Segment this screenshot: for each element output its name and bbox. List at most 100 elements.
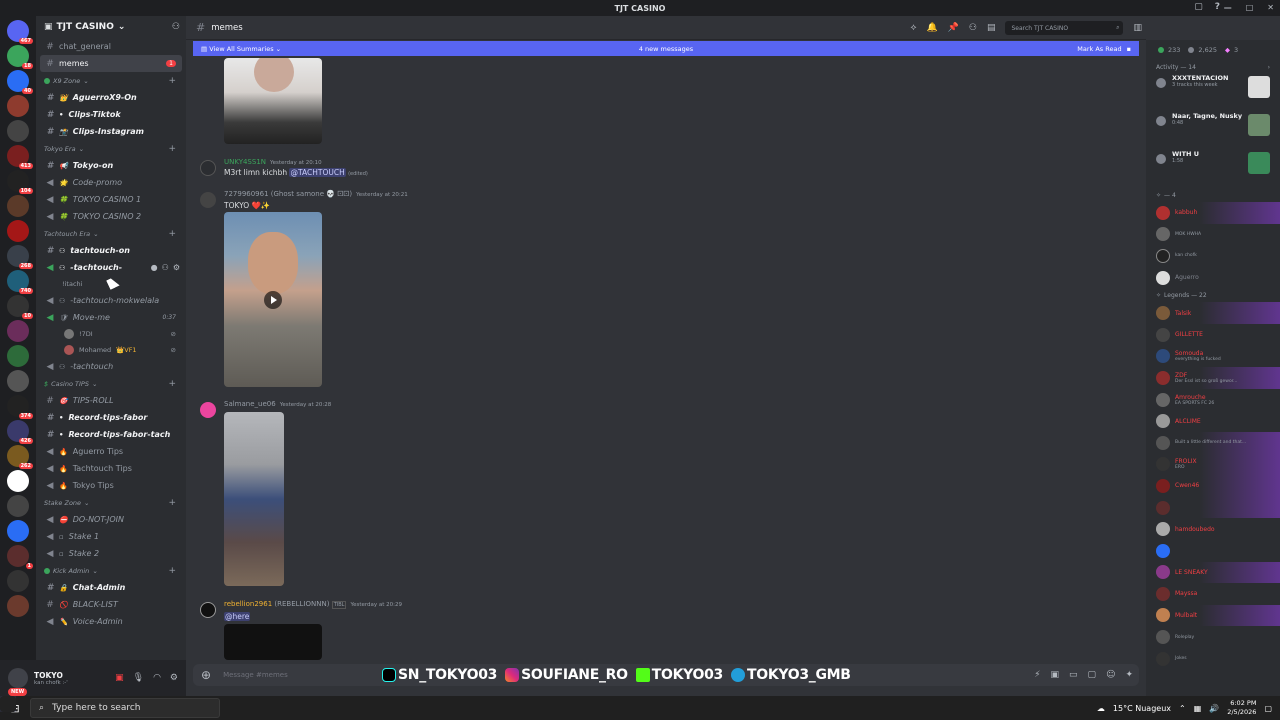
member-item[interactable]: Aguerro [1146,267,1280,289]
video-attachment[interactable] [224,212,322,387]
clock[interactable]: 6:02 PM 2/5/2026 [1227,699,1256,717]
home-server-icon[interactable]: 467 [7,20,33,44]
activity-card[interactable]: WITH U 1:58 [1146,150,1280,188]
member-item[interactable]: kan chofk [1146,245,1280,267]
member-item[interactable]: FROLIX ERO [1146,453,1280,476]
server-icon[interactable]: 374 [7,395,33,419]
channel-item[interactable]: ◀ ▫ Stake 2 [36,545,186,562]
channel-item[interactable]: ◀ ✏️ Voice-Admin [36,613,186,630]
channel-item[interactable]: # • Record-tips-fabor-tach [36,426,186,443]
camera-off-icon[interactable]: ▣ [115,673,124,683]
channel-item[interactable]: ◀ 🔥 Aguerro Tips [36,443,186,460]
video-attachment[interactable] [224,58,322,144]
server-icon[interactable] [7,370,29,392]
app-icon[interactable] [0,696,16,712]
activity-card[interactable]: XXXTENTACION 3 tracks this week [1146,74,1280,112]
user-mention[interactable]: @TACHTOUCH [289,168,346,177]
member-item[interactable]: LE SNEAKY [1146,561,1280,584]
channel-item[interactable]: ◀ 🍀 TOKYO CASINO 1 [36,191,186,208]
server-icon[interactable] [7,570,29,592]
channel-item[interactable]: ◀ ⚇ -tachtouch-mokwelala [36,292,186,309]
channel-item[interactable]: # 🚫 BLACK-LIST [36,596,186,613]
server-icon[interactable] [7,220,29,242]
pin-icon[interactable]: 📌 [948,23,959,33]
message-author[interactable]: rebellion2961 (REBELLIONNN) TIBL Yesterda… [224,600,402,609]
sticker-icon[interactable]: ▢ [1088,670,1097,680]
add-channel-icon[interactable]: + [168,76,176,86]
inbox-icon[interactable]: ▢ [1194,2,1203,12]
channel-item[interactable]: # ⚇ tachtouch-on [36,242,186,259]
server-icon[interactable] [7,345,29,367]
member-item[interactable]: Somouda everything is fucked [1146,346,1280,368]
member-list-icon[interactable]: ⚇ [969,23,977,33]
voice-user[interactable]: Mohamed 👑VF1 ⊘ [36,342,186,358]
search-input[interactable]: Search TJT CASINO ⌕ [1005,21,1124,35]
maximize-icon[interactable]: □ [1246,3,1254,12]
view-all-summaries[interactable]: View All Summaries [209,45,273,53]
taskbar-search-input[interactable]: ⌕ Type here to search [30,698,220,718]
microphone-icon[interactable]: 🎙 [133,673,144,683]
add-attachment-icon[interactable]: ⊕ [201,668,211,682]
member-item[interactable]: Mulbalt [1146,604,1280,627]
avatar[interactable] [8,668,28,688]
avatar[interactable] [200,402,216,418]
member-item[interactable]: Roleplay [1146,626,1280,648]
channel-memes[interactable]: # memes 1 [40,55,182,72]
avatar[interactable] [200,602,216,618]
channel-item[interactable]: # 🎯 TIPS-ROLL [36,392,186,409]
play-icon[interactable] [264,290,282,309]
activities-icon[interactable]: ✦ [1125,670,1133,680]
message-author[interactable]: UNKY4SS1N Yesterday at 20:10 [224,158,322,166]
here-mention[interactable]: @here [224,612,251,621]
member-item[interactable]: ALCLIME [1146,410,1280,432]
add-channel-icon[interactable]: + [168,229,176,239]
channel-item[interactable]: # 📸 Clips-Instagram [36,123,186,140]
channel-item[interactable]: # 🔒 Chat-Admin [36,579,186,596]
category-tachtouch-era[interactable]: Tachtouch Era ⌄ + [36,225,186,242]
category-stake-zone[interactable]: Stake Zone ⌄ + [36,494,186,511]
server-icon[interactable] [7,95,29,117]
member-item[interactable]: MOK HWHA [1146,224,1280,246]
add-channel-icon[interactable]: + [168,379,176,389]
gear-icon[interactable]: ⚙ [173,263,180,272]
server-icon[interactable]: 18 [7,45,33,69]
server-icon[interactable] [7,470,29,492]
channel-item[interactable]: # 📢 Tokyo-on [36,157,186,174]
member-item[interactable]: hamdoubedo [1146,518,1280,540]
message-author[interactable]: Salmane_ue06 Yesterday at 20:28 [224,400,331,408]
member-item[interactable]: GILLETTE [1146,324,1280,346]
server-icon[interactable]: 262 [7,445,33,469]
close-icon[interactable]: ✕ [1267,3,1274,12]
member-item[interactable]: Mayssa [1146,583,1280,605]
category-kick-admin[interactable]: Kick Admin ⌄ + [36,562,186,579]
server-icon[interactable] [7,120,29,142]
weather-label[interactable]: 15°C Nuageux [1113,704,1171,713]
chat-icon[interactable]: ● [151,263,158,272]
gear-icon[interactable]: ⚙ [170,673,178,683]
channel-item[interactable]: ◀ 🌟 Code-promo [36,174,186,191]
channel-chat-general[interactable]: # chat_general [36,38,186,55]
activity-card[interactable]: Naar, Tagne, Nusky 0:48 [1146,112,1280,150]
channel-item[interactable]: ◀ 🛡 Move-me 0:37 [36,309,186,326]
server-icon[interactable] [7,495,29,517]
bell-icon[interactable]: 🔔 [926,23,937,33]
summary-bar[interactable]: ▤ View All Summaries ⌄ 4 new messages Ma… [193,41,1139,56]
add-channel-icon[interactable]: + [168,566,176,576]
member-item[interactable] [1146,540,1280,562]
add-user-icon[interactable]: ⚇ [162,263,169,272]
inbox-icon[interactable]: ▥ [1133,23,1142,33]
help-icon[interactable]: ? [1215,2,1220,12]
invite-icon[interactable]: ⚇ [172,22,180,32]
gift-icon[interactable]: ▣ [1051,670,1060,680]
server-icon[interactable]: 268 [7,245,33,269]
server-icon[interactable] [7,195,29,217]
member-item[interactable]: Built a little different and that... [1146,431,1280,454]
activity-header[interactable]: Activity — 14 › [1146,60,1280,74]
category-casino-tips[interactable]: $ Casino TIPS ⌄ + [36,375,186,392]
server-header[interactable]: ▣ TJT CASINO ⌄ ⚇ [36,16,186,38]
add-channel-icon[interactable]: + [168,144,176,154]
chevron-up-icon[interactable]: ⌃ [1179,704,1186,713]
channel-item[interactable]: # • Record-tips-fabor [36,409,186,426]
channel-item[interactable]: # 👑 AguerroX9-On [36,89,186,106]
channel-item[interactable]: ◀ ⚇ -tachtouch [36,358,186,375]
